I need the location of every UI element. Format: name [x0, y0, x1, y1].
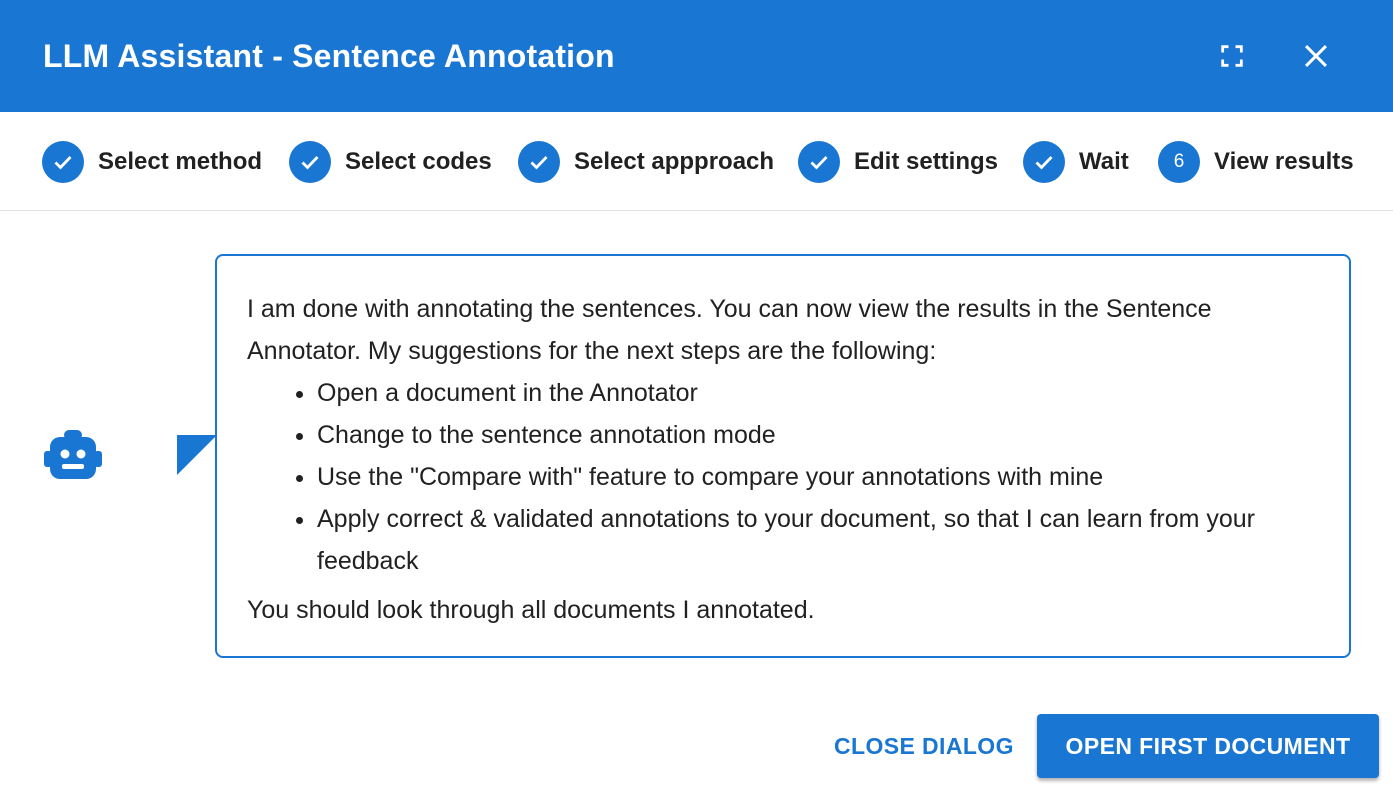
message-outro: You should look through all documents I …	[247, 596, 815, 624]
dialog-title: LLM Assistant - Sentence Annotation	[43, 38, 615, 74]
step-select-codes[interactable]: Select codes	[289, 140, 492, 184]
step-label: Select codes	[345, 148, 492, 175]
list-item: Use the "Compare with" feature to compar…	[317, 456, 1319, 498]
list-item: Apply correct & validated annotations to…	[317, 498, 1319, 582]
close-dialog-button[interactable]: CLOSE DIALOG	[818, 714, 1030, 778]
dialog-header: LLM Assistant - Sentence Annotation	[0, 0, 1393, 112]
step-number: 6	[1158, 141, 1200, 183]
step-wait[interactable]: Wait	[1023, 140, 1129, 184]
open-first-document-button[interactable]: OPEN FIRST DOCUMENT	[1037, 714, 1379, 778]
step-label: Wait	[1079, 148, 1129, 175]
list-item: Change to the sentence annotation mode	[317, 414, 1319, 456]
step-edit-settings[interactable]: Edit settings	[798, 140, 998, 184]
step-label: View results	[1214, 148, 1354, 175]
check-icon	[42, 141, 84, 183]
step-select-approach[interactable]: Select appproach	[518, 140, 774, 184]
suggestion-list: Open a document in the Annotator Change …	[247, 372, 1319, 582]
step-view-results[interactable]: 6 View results	[1158, 140, 1354, 184]
check-icon	[518, 141, 560, 183]
speech-bubble-pointer	[177, 435, 217, 475]
robot-icon	[44, 429, 102, 481]
step-label: Select appproach	[574, 148, 775, 175]
assistant-message: I am done with annotating the sentences.…	[215, 254, 1351, 658]
check-icon	[289, 141, 331, 183]
check-icon	[798, 141, 840, 183]
fullscreen-button[interactable]	[1212, 36, 1252, 76]
fullscreen-icon	[1221, 45, 1243, 67]
dialog-actions: CLOSE DIALOG OPEN FIRST DOCUMENT	[0, 714, 1393, 778]
close-button[interactable]	[1296, 36, 1336, 76]
close-icon	[1305, 45, 1327, 67]
step-label: Edit settings	[854, 148, 999, 175]
check-icon	[1023, 141, 1065, 183]
step-label: Select method	[98, 148, 263, 175]
list-item: Open a document in the Annotator	[317, 372, 1319, 414]
message-intro: I am done with annotating the sentences.…	[247, 295, 1212, 365]
step-select-method[interactable]: Select method	[42, 140, 262, 184]
stepper: Select method Select codes Select apppro…	[0, 112, 1393, 211]
